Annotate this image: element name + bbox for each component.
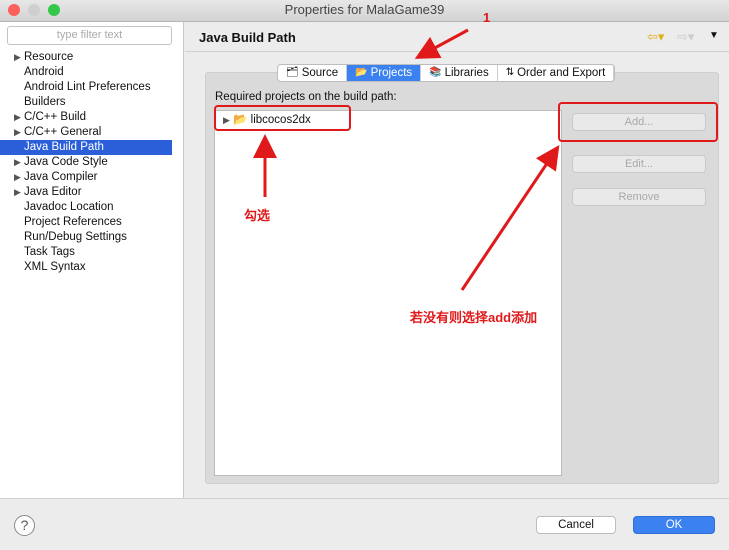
sidebar-item[interactable]: Builders [0, 95, 172, 110]
list-item[interactable]: ▶ 📂 libcocos2dx [223, 113, 311, 127]
sidebar-item[interactable]: Java Build Path [0, 140, 172, 155]
sidebar-item[interactable]: ▶ Java Compiler [0, 170, 172, 185]
sidebar-item[interactable]: ▶ Java Code Style [0, 155, 172, 170]
filter-input[interactable]: type filter text [7, 26, 172, 45]
sidebar-item[interactable]: ▶ Java Editor [0, 185, 172, 200]
footer-divider [0, 498, 729, 499]
tab-projects[interactable]: 📂 Projects [347, 65, 422, 81]
view-menu-icon[interactable]: ▼ [709, 30, 719, 41]
source-folder-icon: 🗂 [286, 67, 299, 78]
sidebar-item[interactable]: Android Lint Preferences [0, 80, 172, 95]
sidebar-item-label: Java Editor [24, 186, 82, 198]
step-number: 1 [483, 10, 491, 25]
sidebar-item[interactable]: XML Syntax [0, 260, 172, 275]
sidebar: type filter text ▶ Resource Android Android… [0, 22, 184, 498]
project-folder-icon: 📂 [355, 67, 368, 78]
tab-label: Source [301, 67, 339, 79]
sidebar-item-label: Javadoc Location [24, 201, 114, 213]
project-name: libcocos2dx [250, 114, 311, 126]
sidebar-item-label: Run/Debug Settings [24, 231, 127, 243]
title-bar: Properties for MalaGame39 [0, 0, 729, 22]
sidebar-item[interactable]: ▶ Resource [0, 50, 172, 65]
tab-label: Projects [370, 67, 413, 79]
sidebar-item[interactable]: ▶ C/C++ General [0, 125, 172, 140]
zoom-window-button[interactable] [48, 4, 60, 16]
edit-button[interactable]: Edit... [572, 155, 706, 173]
expand-triangle-icon[interactable]: ▶ [14, 155, 21, 170]
tab-bar: 🗂 Source 📂 Projects 📚 Libraries ⇅ Order and Exp… [277, 64, 616, 82]
expand-triangle-icon[interactable]: ▶ [14, 125, 21, 140]
sidebar-item-label: Java Compiler [24, 171, 98, 183]
tab-label: Libraries [444, 67, 489, 79]
sidebar-item-label: Builders [24, 96, 66, 108]
sidebar-item-label: Resource [24, 51, 74, 63]
forward-arrow-icon[interactable]: ⇨▾ [677, 29, 694, 45]
sidebar-item-label: C/C++ Build [24, 111, 87, 123]
close-window-button[interactable] [8, 4, 20, 16]
ok-button[interactable]: OK [633, 516, 715, 534]
project-folder-icon: 📂 [233, 114, 248, 126]
libraries-icon: 📚 [429, 67, 442, 78]
order-export-icon: ⇅ [505, 67, 515, 78]
tab-order-and-export[interactable]: ⇅ Order and Export [498, 65, 615, 81]
help-icon[interactable]: ? [14, 515, 35, 536]
sidebar-item[interactable]: Task Tags [0, 245, 172, 260]
expand-triangle-icon[interactable]: ▶ [14, 110, 21, 125]
tab-source[interactable]: 🗂 Source [278, 65, 348, 81]
expand-triangle-icon[interactable]: ▶ [14, 170, 21, 185]
sidebar-item[interactable]: Android [0, 65, 172, 80]
sidebar-item-label: C/C++ General [24, 126, 102, 138]
sidebar-item[interactable]: Run/Debug Settings [0, 230, 172, 245]
projects-label: Required projects on the build path: [215, 91, 397, 103]
cancel-button[interactable]: Cancel [536, 516, 616, 534]
sidebar-item-label: Android [24, 66, 64, 78]
page-header: Java Build Path ⇦▾ ⇨▾ ▼ [185, 22, 729, 52]
expand-triangle-icon[interactable]: ▶ [223, 115, 230, 125]
expand-triangle-icon[interactable]: ▶ [14, 50, 21, 65]
minimize-window-button[interactable] [28, 4, 40, 16]
check-note: 勾选 [244, 208, 271, 223]
sidebar-item[interactable]: Project References [0, 215, 172, 230]
add-button[interactable]: Add... [572, 113, 706, 131]
sidebar-item-label: Task Tags [24, 246, 75, 258]
sidebar-item-label: XML Syntax [24, 261, 86, 273]
sidebar-item-label: Java Code Style [24, 156, 108, 168]
add-note: 若没有则选择add添加 [410, 310, 538, 325]
projects-list[interactable]: ▶ 📂 libcocos2dx [214, 110, 562, 476]
expand-triangle-icon[interactable]: ▶ [14, 185, 21, 200]
page-title: Java Build Path [199, 30, 296, 45]
remove-button[interactable]: Remove [572, 188, 706, 206]
sidebar-item-label: Android Lint Preferences [24, 81, 151, 93]
sidebar-item-label: Java Build Path [24, 141, 104, 153]
tab-libraries[interactable]: 📚 Libraries [421, 65, 498, 81]
sidebar-item[interactable]: Javadoc Location [0, 200, 172, 215]
sidebar-item-label: Project References [24, 216, 122, 228]
sidebar-item[interactable]: ▶ C/C++ Build [0, 110, 172, 125]
back-arrow-icon[interactable]: ⇦▾ [647, 29, 664, 45]
tab-label: Order and Export [517, 67, 606, 79]
window-title: Properties for MalaGame39 [284, 2, 445, 17]
